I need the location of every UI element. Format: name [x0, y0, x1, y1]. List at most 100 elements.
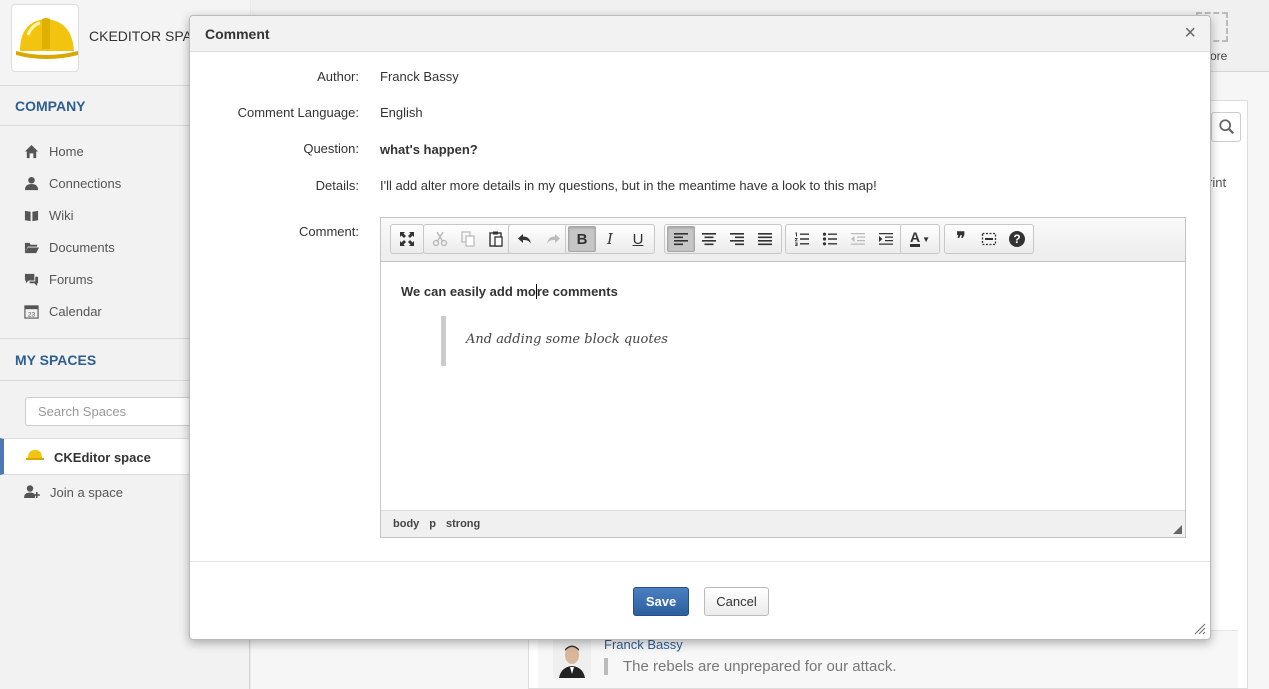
- toolbar-group-basic-styles: B I U: [565, 224, 655, 254]
- toolbar-group-blocks: ❞ ?: [944, 224, 1034, 254]
- dialog-header: Comment ×: [190, 16, 1210, 52]
- cancel-button[interactable]: Cancel: [704, 587, 769, 616]
- join-space-label: Join a space: [50, 484, 123, 500]
- numbered-list-button[interactable]: [788, 226, 816, 252]
- nav-item-calendar[interactable]: 23 Calendar: [24, 301, 102, 321]
- bold-button[interactable]: B: [568, 226, 596, 252]
- align-right-icon: [730, 233, 744, 246]
- space-logo[interactable]: [11, 4, 79, 72]
- nav-item-documents[interactable]: Documents: [24, 237, 115, 257]
- maximize-button[interactable]: [393, 226, 421, 252]
- align-left-button[interactable]: [667, 226, 695, 252]
- nav-item-wiki[interactable]: Wiki: [24, 205, 74, 225]
- comment-dialog: Comment × Author: Franck Bassy Comment L…: [189, 15, 1211, 640]
- toolbar-group-view: [390, 224, 424, 254]
- calendar-icon: 23: [24, 304, 39, 318]
- dialog-title: Comment: [205, 26, 270, 42]
- details-label: Details:: [315, 178, 359, 193]
- dialog-footer: Save Cancel: [190, 561, 1210, 641]
- cut-icon: [432, 231, 448, 247]
- question-label: Question:: [303, 141, 359, 156]
- save-button[interactable]: Save: [633, 587, 689, 616]
- question-value: what's happen?: [380, 142, 478, 157]
- toolbar-group-align: [664, 224, 782, 254]
- chat-icon: [24, 273, 39, 286]
- chevron-down-icon: ▼: [922, 234, 931, 244]
- help-icon: ?: [1009, 231, 1025, 247]
- comment-label: Comment:: [299, 224, 359, 239]
- paste-icon: [489, 231, 503, 247]
- nav-item-connections[interactable]: Connections: [24, 173, 121, 193]
- editor-content-area[interactable]: We can easily add more comments And addi…: [381, 262, 1185, 512]
- nav-label: Connections: [49, 175, 122, 191]
- join-space-button[interactable]: Join a space: [24, 484, 123, 500]
- author-value: Franck Bassy: [380, 69, 459, 84]
- text-color-button[interactable]: A ▼: [903, 226, 937, 252]
- outdent-icon: [851, 233, 865, 245]
- toolbar-group-lists: [785, 224, 903, 254]
- nav-label: Calendar: [49, 303, 102, 319]
- nav-label: Documents: [49, 239, 115, 255]
- nav-item-home[interactable]: Home: [24, 141, 84, 161]
- hard-hat-icon: [16, 18, 78, 59]
- redo-button[interactable]: [539, 226, 567, 252]
- help-button[interactable]: ?: [1003, 226, 1031, 252]
- folder-icon: [24, 242, 39, 253]
- align-center-icon: [702, 233, 716, 246]
- align-center-button[interactable]: [695, 226, 723, 252]
- details-value: I'll add alter more details in my questi…: [380, 178, 877, 193]
- hard-hat-icon: [26, 450, 44, 460]
- nav-label: Forums: [49, 271, 94, 287]
- language-label: Comment Language:: [237, 105, 359, 120]
- user-icon: [24, 176, 39, 190]
- add-user-icon: [24, 485, 40, 498]
- align-right-button[interactable]: [723, 226, 751, 252]
- blockquote-button[interactable]: ❞: [947, 226, 975, 252]
- editor-resize-handle[interactable]: [1173, 525, 1182, 534]
- search-button[interactable]: [1211, 112, 1241, 142]
- close-icon[interactable]: ×: [1184, 23, 1196, 43]
- copy-button[interactable]: [454, 226, 482, 252]
- book-icon: [24, 210, 39, 221]
- cut-button[interactable]: [426, 226, 454, 252]
- nav-label: Wiki: [49, 207, 74, 223]
- editor-blockquote: And adding some block quotes: [441, 316, 668, 366]
- editor-toolbar: B I U A ▼ ❞ ?: [381, 218, 1185, 262]
- my-spaces-section-title: MY SPACES: [15, 352, 97, 368]
- toolbar-group-history: [508, 224, 570, 254]
- undo-button[interactable]: [511, 226, 539, 252]
- element-path: body p strong: [393, 518, 480, 530]
- indent-button[interactable]: [872, 226, 900, 252]
- avatar: [553, 640, 591, 678]
- more-label: ore: [1210, 49, 1228, 63]
- path-item-body[interactable]: body: [393, 518, 419, 530]
- italic-button[interactable]: I: [596, 226, 624, 252]
- paste-button[interactable]: [482, 226, 510, 252]
- numbered-list-icon: [795, 232, 809, 246]
- rich-text-editor[interactable]: B I U A ▼ ❞ ? We can easily add more com…: [380, 217, 1186, 538]
- justify-icon: [758, 233, 772, 246]
- outdent-button[interactable]: [844, 226, 872, 252]
- search-icon: [1219, 119, 1235, 135]
- undo-icon: [518, 234, 531, 244]
- author-label: Author:: [317, 69, 359, 84]
- path-item-p[interactable]: p: [429, 518, 436, 530]
- bulleted-list-icon: [822, 232, 837, 246]
- path-item-strong[interactable]: strong: [446, 518, 480, 530]
- show-blocks-button[interactable]: [975, 226, 1003, 252]
- align-left-icon: [674, 233, 688, 246]
- justify-button[interactable]: [751, 226, 779, 252]
- company-section-title: COMPANY: [15, 98, 86, 114]
- editor-paragraph: We can easily add more comments: [401, 284, 618, 299]
- bulleted-list-button[interactable]: [816, 226, 844, 252]
- show-blocks-icon: [981, 232, 997, 246]
- dialog-resize-handle[interactable]: [1194, 623, 1206, 635]
- text-color-icon: A: [909, 229, 921, 247]
- toolbar-group-clipboard: [423, 224, 513, 254]
- redo-icon: [547, 234, 560, 244]
- underline-button[interactable]: U: [624, 226, 652, 252]
- toolbar-group-colors: A ▼: [900, 224, 940, 254]
- home-icon: [24, 144, 39, 158]
- paragraph-text-after-caret: re comments: [536, 284, 618, 299]
- nav-item-forums[interactable]: Forums: [24, 269, 93, 289]
